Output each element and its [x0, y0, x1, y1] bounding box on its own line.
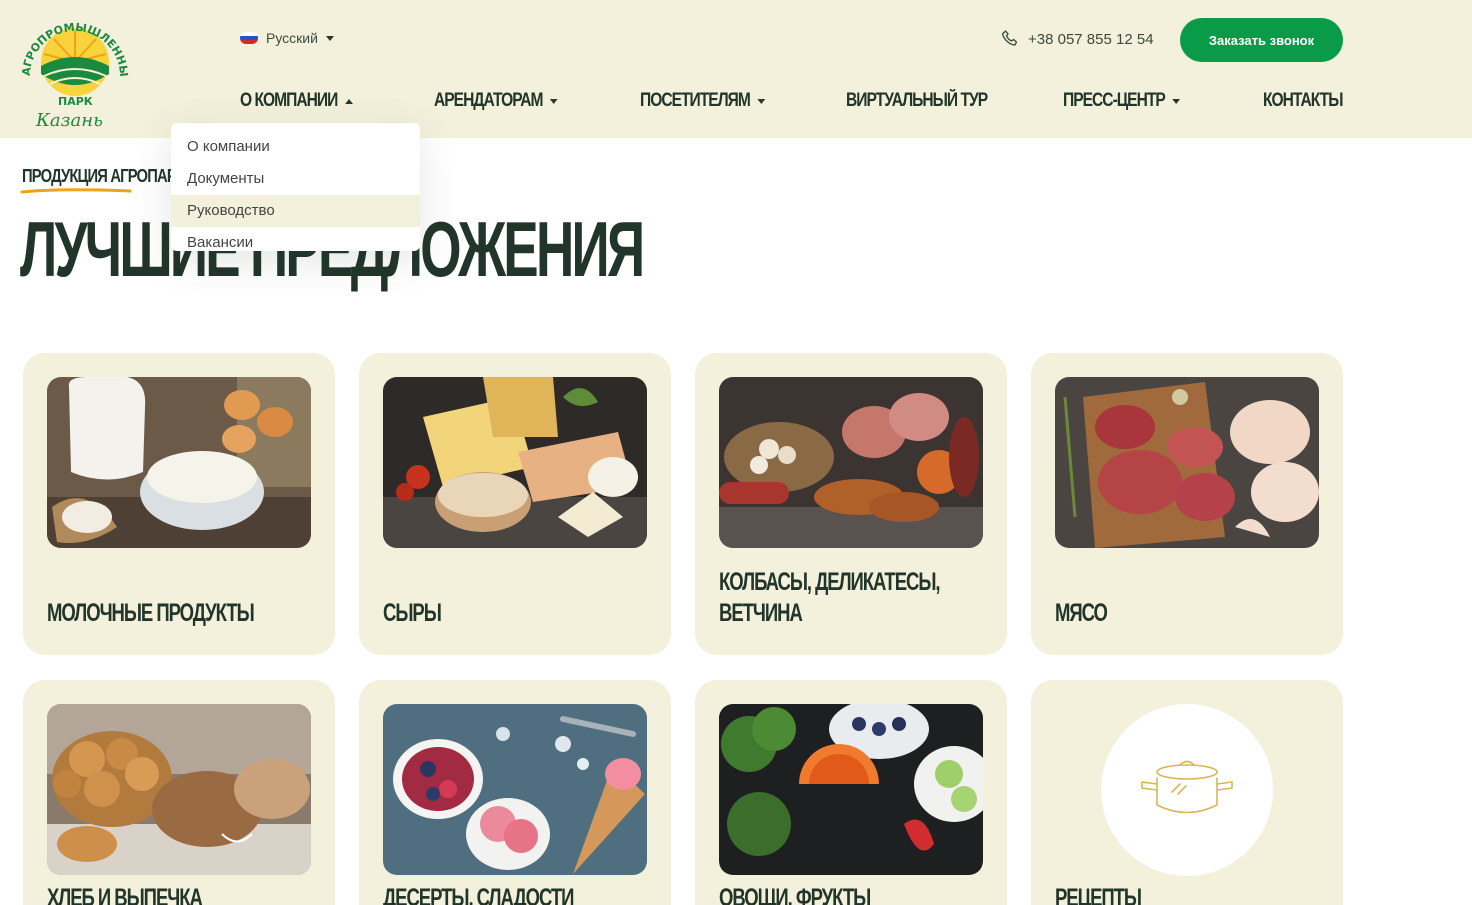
product-card-recipes[interactable]: РЕЦЕПТЫ [1031, 680, 1343, 905]
nav-label: АРЕНДАТОРАМ [434, 90, 544, 111]
chevron-down-icon [1172, 98, 1181, 104]
section-kicker: ПРОДУКЦИЯ АГРОПАРКА [22, 166, 195, 186]
main-nav: О КОМПАНИИ АРЕНДАТОРАМ ПОСЕТИТЕЛЯМ ВИРТУ… [0, 90, 1472, 120]
dropdown-item-management[interactable]: Руководство [171, 195, 420, 227]
nav-label: ПРЕСС-ЦЕНТР [1063, 90, 1166, 111]
product-card-desserts[interactable]: ДЕСЕРТЫ, СЛАДОСТИ [359, 680, 671, 905]
dropdown-item-documents[interactable]: Документы [171, 163, 420, 195]
nav-item-press-center[interactable]: ПРЕСС-ЦЕНТР [1063, 90, 1181, 112]
dropdown-item-about[interactable]: О компании [171, 131, 420, 163]
phone-number: +38 057 855 12 54 [1028, 30, 1154, 48]
card-caption: ДЕСЕРТЫ, СЛАДОСТИ [383, 884, 574, 905]
chevron-down-icon [757, 98, 766, 104]
meat-photo [1055, 377, 1319, 548]
nav-item-contacts[interactable]: КОНТАКТЫ [1263, 90, 1343, 112]
card-caption: МОЛОЧНЫЕ ПРОДУКТЫ [47, 599, 255, 627]
sausage-photo [719, 377, 983, 548]
phone-icon [1001, 30, 1018, 46]
card-caption: ОВОЩИ, ФРУКТЫ [719, 884, 871, 905]
card-caption: СЫРЫ [383, 599, 442, 627]
nav-item-virtual-tour[interactable]: ВИРТУАЛЬНЫЙ ТУР [846, 90, 988, 112]
company-dropdown-menu: О компании Документы Руководство Ваканси… [171, 123, 420, 251]
bread-photo [47, 704, 311, 875]
language-selector[interactable]: Русский [240, 30, 334, 46]
chevron-down-icon [550, 98, 558, 104]
nav-item-tenants[interactable]: АРЕНДАТОРАМ [434, 90, 558, 112]
dessert-photo [383, 704, 647, 875]
phone-link[interactable]: +38 057 855 12 54 [1000, 29, 1154, 49]
cooking-pot-icon [1141, 760, 1233, 814]
card-caption: ХЛЕБ И ВЫПЕЧКА [47, 884, 203, 905]
product-card-vegetables[interactable]: ОВОЩИ, ФРУКТЫ [695, 680, 1007, 905]
nav-label: КОНТАКТЫ [1263, 90, 1343, 111]
chevron-down-icon [325, 35, 334, 41]
nav-label: ПОСЕТИТЕЛЯМ [640, 90, 751, 111]
product-card-bread[interactable]: ХЛЕБ И ВЫПЕЧКА [23, 680, 335, 905]
card-caption: РЕЦЕПТЫ [1055, 884, 1142, 905]
nav-item-company[interactable]: О КОМПАНИИ [240, 90, 353, 112]
product-card-cheese[interactable]: СЫРЫ [359, 353, 671, 655]
nav-label: О КОМПАНИИ [240, 90, 338, 111]
nav-label: ВИРТУАЛЬНЫЙ ТУР [846, 90, 988, 111]
order-call-button[interactable]: Заказать звонок [1180, 18, 1343, 62]
product-card-meat[interactable]: МЯСО [1031, 353, 1343, 655]
dropdown-item-vacancies[interactable]: Вакансии [171, 227, 420, 259]
card-caption: КОЛБАСЫ, ДЕЛИКАТЕСЫ, ВЕТЧИНА [719, 568, 941, 627]
product-card-dairy[interactable]: МОЛОЧНЫЕ ПРОДУКТЫ [23, 353, 335, 655]
cheese-photo [383, 377, 647, 548]
card-caption: МЯСО [1055, 599, 1108, 627]
russia-flag-icon [240, 32, 258, 44]
site-header: АГРОПРОМЫШЛЕННЫЙ ПАРК Казань Русский +38… [0, 0, 1472, 138]
recipe-circle [1101, 704, 1273, 876]
product-card-sausage[interactable]: КОЛБАСЫ, ДЕЛИКАТЕСЫ, ВЕТЧИНА [695, 353, 1007, 655]
kicker-underline [20, 188, 132, 194]
chevron-up-icon [344, 98, 353, 104]
language-label: Русский [266, 30, 318, 46]
vegetables-photo [719, 704, 983, 875]
dairy-photo [47, 377, 311, 548]
nav-item-visitors[interactable]: ПОСЕТИТЕЛЯМ [640, 90, 766, 112]
